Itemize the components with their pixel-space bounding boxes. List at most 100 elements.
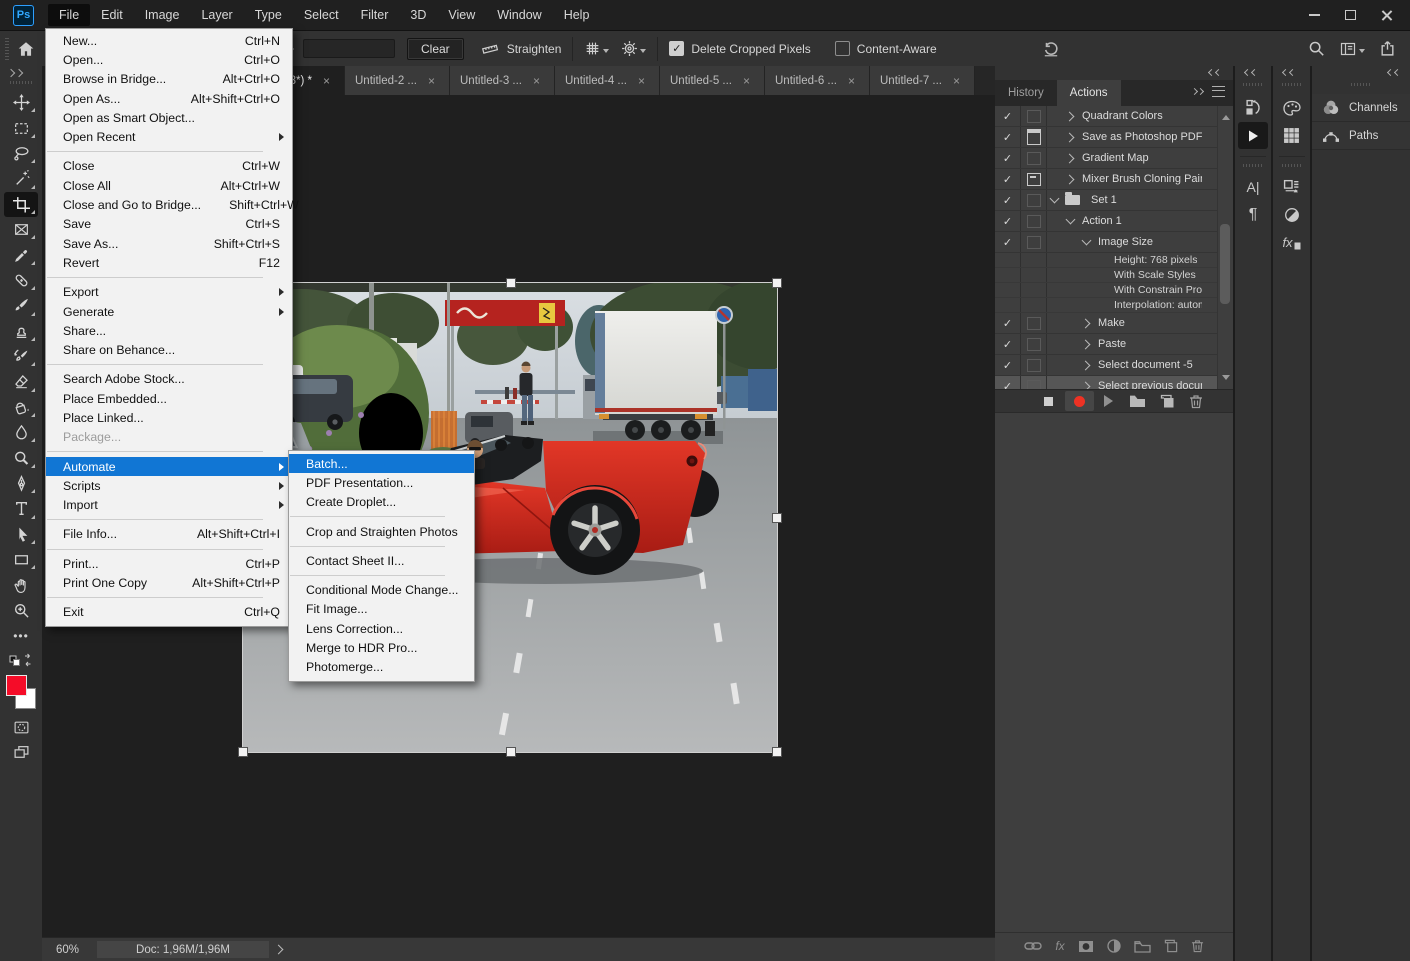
action-row[interactable]: Height: 768 pixels (995, 253, 1218, 268)
gradient-tool[interactable] (4, 395, 38, 420)
menu-item[interactable] (46, 515, 292, 525)
new-set-folder-button[interactable] (1126, 390, 1148, 412)
action-include-checkmark[interactable]: ✓ (995, 232, 1021, 252)
link-layers-icon[interactable] (1024, 940, 1042, 952)
menu-item[interactable]: Create Droplet... (289, 493, 474, 512)
menu-item[interactable]: Place Linked... (46, 408, 292, 427)
dodge-tool[interactable] (4, 445, 38, 470)
menu-item[interactable]: Scripts (46, 476, 292, 495)
menu-item[interactable]: Print One Copy Alt+Shift+Ctrl+P (46, 573, 292, 592)
menubar-item[interactable]: View (437, 4, 486, 26)
action-include-checkmark[interactable]: ✓ (995, 127, 1021, 147)
action-dialog-toggle[interactable] (1021, 169, 1047, 189)
menu-item[interactable]: Package... (46, 428, 292, 447)
action-dialog-toggle[interactable] (1021, 253, 1047, 267)
menu-item[interactable]: Merge to HDR Pro... (289, 638, 474, 657)
brush-tool[interactable] (4, 293, 38, 318)
menu-item[interactable] (46, 593, 292, 603)
crop-ratio-input[interactable] (303, 39, 395, 58)
screen-mode-icon[interactable] (4, 740, 38, 765)
lasso-tool[interactable] (4, 141, 38, 166)
action-dialog-toggle[interactable] (1021, 334, 1047, 354)
tab-close-icon[interactable]: × (634, 74, 649, 88)
new-action-button[interactable] (1156, 390, 1178, 412)
minimize-button[interactable] (1300, 5, 1328, 25)
actions-scrollbar[interactable] (1217, 106, 1233, 389)
disclosure-arrow-icon[interactable] (1065, 215, 1075, 225)
menu-item[interactable]: Batch... (289, 454, 474, 473)
disclosure-arrow-icon[interactable] (1064, 153, 1074, 163)
menu-item[interactable]: Export (46, 283, 292, 302)
scroll-up-icon[interactable] (1222, 111, 1230, 120)
swatches-panel-icon[interactable] (1277, 122, 1307, 149)
layer-mask-icon[interactable] (1078, 940, 1094, 953)
menubar-item[interactable]: File (48, 4, 90, 26)
action-row[interactable]: ✓ Select document -5 (995, 355, 1218, 376)
menu-item[interactable]: Place Embedded... (46, 389, 292, 408)
search-icon[interactable] (1308, 40, 1325, 57)
action-dialog-toggle[interactable] (1021, 211, 1047, 231)
menu-item[interactable] (289, 512, 474, 522)
action-dialog-toggle[interactable] (1021, 148, 1047, 168)
menubar-item[interactable]: Window (486, 4, 552, 26)
content-aware-checkbox[interactable] (835, 41, 850, 56)
tab-close-icon[interactable]: × (739, 74, 754, 88)
document-tab[interactable]: Untitled-3 ... × (450, 66, 555, 95)
action-row[interactable]: ✓ Save as Photoshop PDF (995, 127, 1218, 148)
menu-item[interactable] (46, 273, 292, 283)
eraser-tool[interactable] (4, 369, 38, 394)
panel-menu-icon[interactable] (1212, 86, 1225, 97)
home-button[interactable] (17, 40, 35, 58)
panel-tab[interactable]: History (995, 80, 1057, 106)
action-dialog-toggle[interactable] (1021, 313, 1047, 333)
more-tools-ellipsis-icon[interactable]: ••• (4, 623, 38, 648)
menubar-item[interactable]: Edit (90, 4, 134, 26)
menubar-item[interactable]: Select (293, 4, 350, 26)
crop-handle-bottom-left[interactable] (238, 747, 248, 757)
action-include-checkmark[interactable] (995, 268, 1021, 282)
menu-item[interactable]: Browse in Bridge... Alt+Ctrl+O (46, 70, 292, 89)
action-include-checkmark[interactable]: ✓ (995, 106, 1021, 126)
crop-settings-gear-icon[interactable] (621, 40, 646, 57)
menu-item[interactable]: Print... Ctrl+P (46, 554, 292, 573)
menu-item[interactable]: PDF Presentation... (289, 473, 474, 492)
menu-item[interactable]: File Info... Alt+Shift+Ctrl+I (46, 525, 292, 544)
disclosure-arrow-icon[interactable] (1081, 236, 1091, 246)
action-include-checkmark[interactable]: ✓ (995, 313, 1021, 333)
action-row[interactable]: With Scale Styles (995, 268, 1218, 283)
action-include-checkmark[interactable]: ✓ (995, 169, 1021, 189)
disclosure-arrow-icon[interactable] (1080, 381, 1090, 389)
collapse-panels-icon[interactable] (1388, 70, 1402, 75)
action-row[interactable]: With Constrain Proporti... (995, 283, 1218, 298)
action-include-checkmark[interactable]: ✓ (995, 190, 1021, 210)
healing-brush-tool[interactable] (4, 268, 38, 293)
play-button[interactable] (1098, 390, 1120, 412)
menu-item[interactable]: Open As... Alt+Shift+Ctrl+O (46, 89, 292, 108)
action-row[interactable]: Interpolation: automatic (995, 298, 1218, 313)
action-include-checkmark[interactable]: ✓ (995, 355, 1021, 375)
menubar-item[interactable]: Filter (350, 4, 400, 26)
adjustment-layer-icon[interactable] (1107, 939, 1121, 953)
menu-item[interactable]: Close and Go to Bridge... Shift+Ctrl+W (46, 195, 292, 214)
menu-item[interactable] (46, 360, 292, 370)
action-include-checkmark[interactable]: ✓ (995, 376, 1021, 389)
character-panel-icon[interactable]: A| (1238, 173, 1268, 200)
channels-panel-tab[interactable]: Channels (1312, 94, 1410, 122)
share-icon[interactable] (1379, 40, 1396, 57)
crop-tool[interactable] (4, 192, 38, 217)
paths-panel-tab[interactable]: Paths (1312, 122, 1410, 150)
action-include-checkmark[interactable] (995, 253, 1021, 267)
menu-item[interactable]: Fit Image... (289, 600, 474, 619)
reset-icon[interactable] (1042, 40, 1060, 58)
menu-item[interactable]: Share... (46, 321, 292, 340)
document-tab[interactable]: Untitled-2 ... × (345, 66, 450, 95)
path-selection-tool[interactable] (4, 522, 38, 547)
magic-wand-tool[interactable] (4, 166, 38, 191)
delete-layer-icon[interactable] (1191, 939, 1204, 953)
hand-tool[interactable] (4, 572, 38, 597)
shape-tool[interactable] (4, 547, 38, 572)
menu-item[interactable]: Photomerge... (289, 658, 474, 677)
disclosure-arrow-icon[interactable] (1064, 111, 1074, 121)
document-tab[interactable]: Untitled-7 ... × (870, 66, 975, 95)
marquee-tool[interactable] (4, 115, 38, 140)
